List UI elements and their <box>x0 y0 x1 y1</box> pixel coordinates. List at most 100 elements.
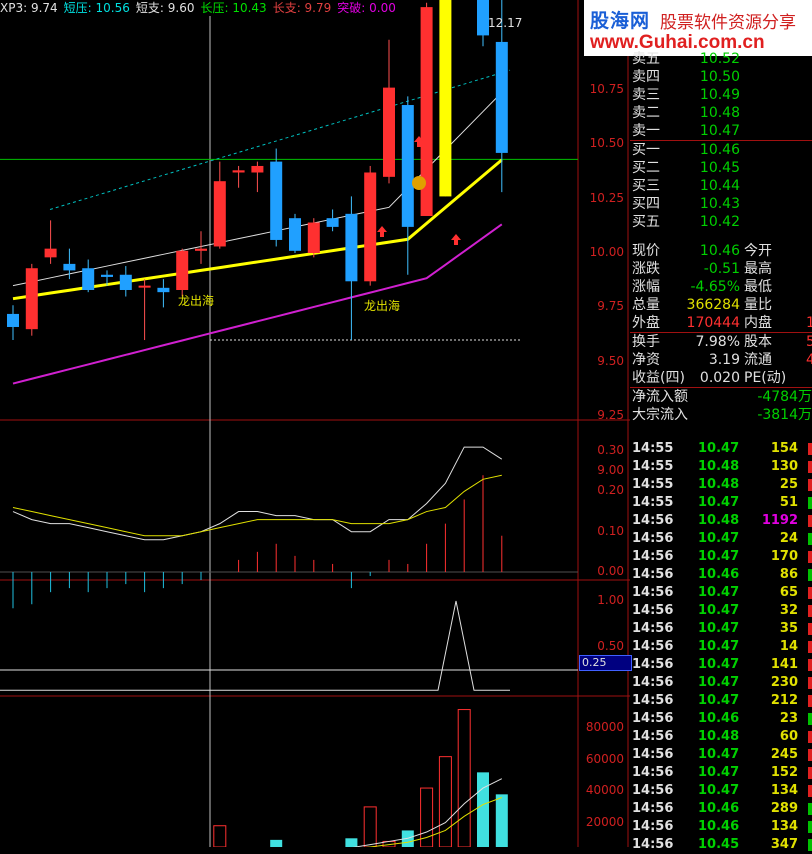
tick-price: 10.47 <box>698 441 740 456</box>
order-book-price: 10.47 <box>699 123 740 139</box>
tick-time: 14:56 <box>632 801 674 816</box>
tick-volume: 152 <box>770 765 798 780</box>
candle-body <box>495 41 508 153</box>
candle-body <box>138 285 151 288</box>
dragon-label-1: 龙出海 <box>178 294 215 308</box>
tick-row: 14:56 10.47 245 <box>630 746 812 764</box>
tick-direction-marker <box>808 551 812 563</box>
tick-volume: 134 <box>770 819 798 834</box>
stat-label: 现价 <box>632 243 660 259</box>
stat-label-2: 最高 <box>744 261 772 277</box>
quote-stat-row: 换手 7.98% 股本 5 <box>630 332 812 351</box>
header-item-2: 短支: 9.60 <box>135 1 195 15</box>
order-book-label: 买一 <box>632 142 660 158</box>
tick-volume: 212 <box>770 693 798 708</box>
candle-body <box>232 170 245 173</box>
order-book-price: 10.46 <box>699 142 740 158</box>
candle-body <box>157 287 170 293</box>
stat-value-2: 1 <box>806 315 812 331</box>
tick-direction-marker <box>808 623 812 635</box>
order-book-price: 10.50 <box>699 69 740 85</box>
order-book: 卖五 10.52 卖四 10.50 卖三 10.49 卖二 10.48 卖一 10.47 买一 10.… <box>630 50 812 231</box>
tick-row: 14:56 10.46 134 <box>630 818 812 836</box>
header-item-4: 长支: 9.79 <box>272 1 332 15</box>
order-book-price: 10.45 <box>699 160 740 176</box>
tick-direction-marker <box>808 641 812 653</box>
order-book-price: 10.43 <box>699 196 740 212</box>
macd-panel <box>0 446 578 609</box>
order-book-label: 买四 <box>632 196 660 212</box>
tick-direction-marker <box>808 803 812 815</box>
candle-body <box>119 274 132 290</box>
tick-price: 10.48 <box>698 459 740 474</box>
ma-long-line <box>12 223 503 385</box>
volume-bar <box>477 772 489 847</box>
site-logo: 股海网 股票软件资源分享 www.Guhai.com.cn <box>584 0 812 56</box>
stat-label: 外盘 <box>632 315 660 331</box>
tick-time: 14:56 <box>632 783 674 798</box>
quote-stat-row: 大宗流入 -3814万 <box>630 406 812 424</box>
stat-value: 7.98% <box>695 334 740 350</box>
price-tick-label: 10.00 <box>589 245 624 259</box>
tick-time: 14:56 <box>632 549 674 564</box>
order-book-price: 10.44 <box>699 178 740 194</box>
candle-body <box>289 218 301 251</box>
tick-row: 14:55 10.47 154 <box>630 440 812 458</box>
tick-price: 10.47 <box>698 495 740 510</box>
stat-label-2: 今开 <box>744 243 772 259</box>
tick-time: 14:56 <box>632 747 674 762</box>
tick-row: 14:56 10.48 60 <box>630 728 812 746</box>
tick-row: 14:56 10.45 347 <box>630 836 812 854</box>
quote-stat-row: 总量 366284 量比 <box>630 296 812 314</box>
tick-price: 10.47 <box>698 783 740 798</box>
candle-body <box>7 313 19 327</box>
stat-label-2: 最低 <box>744 279 772 295</box>
tick-time: 14:56 <box>632 675 674 690</box>
tick-row: 14:56 10.47 152 <box>630 764 812 782</box>
price-panel <box>0 0 578 385</box>
kline-chart[interactable] <box>0 0 630 847</box>
tick-row: 14:55 10.48 130 <box>630 458 812 476</box>
tick-time: 14:56 <box>632 531 674 546</box>
tick-row: 14:56 10.47 230 <box>630 674 812 692</box>
quote-stat-row: 外盘 170444 内盘 1 <box>630 314 812 332</box>
candle-body <box>345 213 358 282</box>
tick-row: 14:56 10.47 32 <box>630 602 812 620</box>
tick-list[interactable]: 14:55 10.47 154 14:55 10.48 130 14:55 10.48 25 14… <box>630 440 812 854</box>
tick-direction-marker <box>808 695 812 707</box>
volume-bar <box>457 709 471 847</box>
stat-value: 10.46 <box>699 243 740 259</box>
logo-subtitle: 股票软件资源分享 <box>660 13 796 33</box>
candle-body <box>176 250 189 290</box>
candle-body <box>101 274 113 277</box>
tick-volume: 25 <box>779 477 798 492</box>
tick-volume: 134 <box>770 783 798 798</box>
tick-price: 10.46 <box>698 801 740 816</box>
tick-volume: 289 <box>770 801 798 816</box>
tick-row: 14:56 10.47 35 <box>630 620 812 638</box>
candle-body <box>401 105 414 227</box>
tick-row: 14:56 10.46 86 <box>630 566 812 584</box>
order-book-price: 10.52 <box>699 51 740 67</box>
tick-direction-marker <box>808 821 812 833</box>
stat-value-2: 5 <box>806 334 812 350</box>
tick-volume: 1192 <box>761 513 798 528</box>
volume-ma2-line <box>365 797 502 847</box>
candle-body <box>82 268 95 290</box>
volume-bar <box>495 794 508 847</box>
tick-volume: 65 <box>779 585 798 600</box>
order-book-row: 买四 10.43 <box>630 195 812 213</box>
header-item-3: 长压: 10.43 <box>200 1 267 15</box>
stat-label-2: 量比 <box>744 297 772 313</box>
macd-tick-label: 0.20 <box>597 483 624 498</box>
tick-volume: 170 <box>770 549 798 564</box>
tick-price: 10.47 <box>698 621 740 636</box>
tick-row: 14:55 10.48 25 <box>630 476 812 494</box>
order-book-label: 卖二 <box>632 105 660 121</box>
tick-time: 14:56 <box>632 657 674 672</box>
tick-time: 14:56 <box>632 621 674 636</box>
tick-price: 10.45 <box>698 837 740 852</box>
stat-label-2: 股本 <box>744 334 772 350</box>
stat-label: 总量 <box>632 297 660 313</box>
stat-value: -4.65% <box>690 279 740 295</box>
